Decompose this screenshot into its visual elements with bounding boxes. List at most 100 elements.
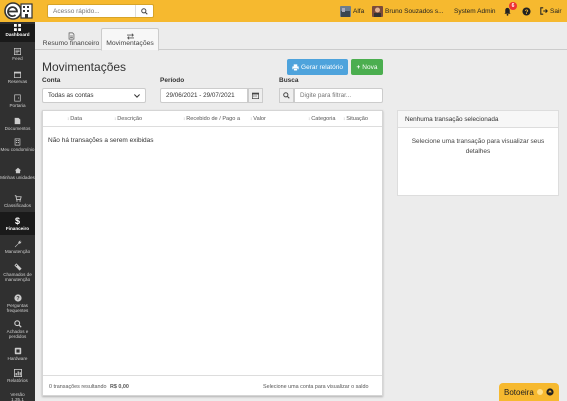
sidebar-item-label: Minhas unidades: [0, 175, 35, 180]
doorman-icon: [14, 94, 21, 102]
user-name: Bruno Souzados s...: [385, 7, 444, 15]
column-header-situacao[interactable]: ↕Situação: [343, 116, 368, 122]
new-label: Nova: [362, 63, 378, 71]
quick-access-search[interactable]: [47, 4, 154, 18]
search-icon: [13, 320, 22, 328]
sidebar-item-reservas[interactable]: Reservas: [0, 71, 35, 84]
user-menu[interactable]: Bruno Souzados s...: [372, 4, 444, 18]
search-button[interactable]: [135, 5, 153, 17]
table-header: ↕Data ↕Descrição ↕Recebido de / Pago a ↕…: [43, 111, 382, 127]
chevron-down-icon: [134, 94, 140, 98]
page-title: Movimentações: [42, 60, 127, 74]
sidebar-item-label: Meu condomínio: [0, 147, 35, 152]
sidebar: Dashboard Feed Reservas Portaria Documen…: [0, 22, 35, 401]
tab-bar: Resumo financeiro Movimentações: [35, 22, 567, 51]
sidebar-item-portaria[interactable]: Portaria: [0, 94, 35, 108]
calendar-button[interactable]: [248, 88, 263, 103]
condo-selector[interactable]: Alfa: [340, 4, 364, 18]
sidebar-item-documentos[interactable]: Documentos: [0, 117, 35, 131]
home-icon: [14, 167, 21, 174]
sidebar-item-label: Achados e perdidos: [6, 329, 29, 339]
app-logo[interactable]: [4, 2, 34, 20]
help-icon: ?: [522, 6, 531, 15]
feed-icon: [14, 48, 21, 55]
sidebar-item-relatorios[interactable]: Relatórios: [0, 369, 35, 383]
user-role: System Admin: [454, 4, 496, 18]
sidebar-item-label: Portaria: [9, 103, 26, 108]
detail-body: Selecione uma transação para visualizar …: [411, 138, 545, 155]
sidebar-item-label: Hardware: [7, 356, 28, 361]
column-label: Categoria: [311, 116, 336, 122]
generate-report-button[interactable]: Gerar relatório: [287, 59, 348, 75]
transfer-icon: [126, 32, 134, 40]
transactions-panel: ↕Data ↕Descrição ↕Recebido de / Pago a ↕…: [42, 110, 383, 396]
calendar-icon: [252, 92, 259, 99]
column-header-valor[interactable]: ↕Valor: [250, 116, 266, 122]
period-input[interactable]: 29/06/2021 - 29/07/2021: [160, 88, 248, 103]
condo-name: Alfa: [353, 7, 365, 15]
svg-text:?: ?: [16, 296, 20, 302]
table-footer: 0 transações resultando R$ 0,00 Selecion…: [43, 375, 382, 395]
document-icon: [14, 117, 21, 125]
sidebar-item-minhas-unidades[interactable]: Minhas unidades: [0, 167, 35, 180]
sidebar-item-dashboard[interactable]: Dashboard: [0, 24, 35, 42]
account-label: Conta: [42, 77, 61, 84]
filter-input-wrap[interactable]: [294, 88, 383, 103]
sidebar-item-hardware[interactable]: Hardware: [0, 347, 35, 361]
sidebar-item-label: Perguntas frequentes: [6, 303, 29, 313]
sidebar-item-manutencao[interactable]: Manutenção: [0, 240, 35, 254]
footer-total: R$ 0,00: [110, 384, 129, 390]
sidebar-item-feed[interactable]: Feed: [0, 48, 35, 61]
version-text: Versão 1.35.1: [10, 392, 25, 401]
logout-icon: [540, 7, 548, 15]
sidebar-item-label: Documentos: [4, 126, 31, 131]
footer-count: 0 transações resultando: [49, 384, 107, 390]
tab-movimentacoes[interactable]: Movimentações: [101, 28, 159, 51]
quick-access-input[interactable]: [48, 5, 134, 17]
account-select[interactable]: Todas as contas: [42, 88, 146, 103]
top-bar: Alfa Bruno Souzados s... System Admin 6 …: [0, 0, 567, 22]
dashboard-icon: [14, 24, 21, 31]
transaction-detail-panel: Nenhuma transação selecionada Selecione …: [397, 110, 559, 196]
column-label: Valor: [253, 116, 266, 122]
sidebar-item-financeiro[interactable]: $ Financeiro: [0, 212, 35, 235]
column-label: Recebido de / Pago a: [186, 116, 241, 122]
sidebar-item-perguntas[interactable]: ? Perguntas frequentes: [0, 294, 35, 313]
tab-resumo-financeiro[interactable]: Resumo financeiro: [41, 28, 101, 51]
condo-avatar: [340, 5, 351, 17]
column-header-data[interactable]: ↕Data: [67, 116, 82, 122]
sidebar-item-label: Classificados: [3, 203, 32, 208]
empty-message: Não há transações a serem exibidas: [48, 137, 154, 144]
tab-label: Movimentações: [106, 39, 154, 47]
column-header-categoria[interactable]: ↕Categoria: [308, 116, 336, 122]
new-transaction-button[interactable]: + Nova: [351, 59, 383, 75]
botoeira-button[interactable]: Botoeira: [499, 383, 559, 401]
column-header-recebido[interactable]: ↕Recebido de / Pago a: [183, 116, 240, 122]
sidebar-item-achados[interactable]: Achados e perdidos: [0, 320, 35, 339]
status-dot-icon: [536, 389, 543, 395]
sidebar-item-classificados[interactable]: Classificados: [0, 195, 35, 208]
sidebar-item-label: Dashboard: [5, 32, 30, 37]
version-label: Versão 1.35.1: [0, 392, 35, 401]
account-value: Todas as contas: [48, 92, 94, 99]
dollar-icon: $: [14, 215, 20, 226]
document-icon: [68, 32, 74, 40]
column-label: Descrição: [117, 116, 143, 122]
sidebar-item-label: Manutenção: [4, 249, 31, 254]
logout-button[interactable]: Sair: [540, 4, 562, 18]
sidebar-item-label: Relatórios: [7, 378, 28, 383]
footer-hint: Selecione uma conta para visualizar o sa…: [263, 384, 369, 390]
printer-icon: [292, 63, 299, 71]
wrench-icon: [14, 240, 21, 248]
hardware-icon: [14, 347, 21, 355]
detail-header: Nenhuma transação selecionada: [398, 111, 558, 128]
filter-input[interactable]: [300, 92, 382, 99]
search-icon: [141, 7, 148, 15]
filter-search-icon-box: [279, 88, 294, 103]
column-header-descricao[interactable]: ↕Descrição: [114, 116, 142, 122]
sidebar-item-chamados[interactable]: Chamados de manutenção: [0, 263, 35, 282]
help-button[interactable]: ?: [522, 4, 531, 18]
arrow-up-icon: [546, 388, 554, 396]
sidebar-item-meu-condominio[interactable]: Meu condomínio: [0, 138, 35, 152]
search-label: Busca: [279, 77, 299, 84]
